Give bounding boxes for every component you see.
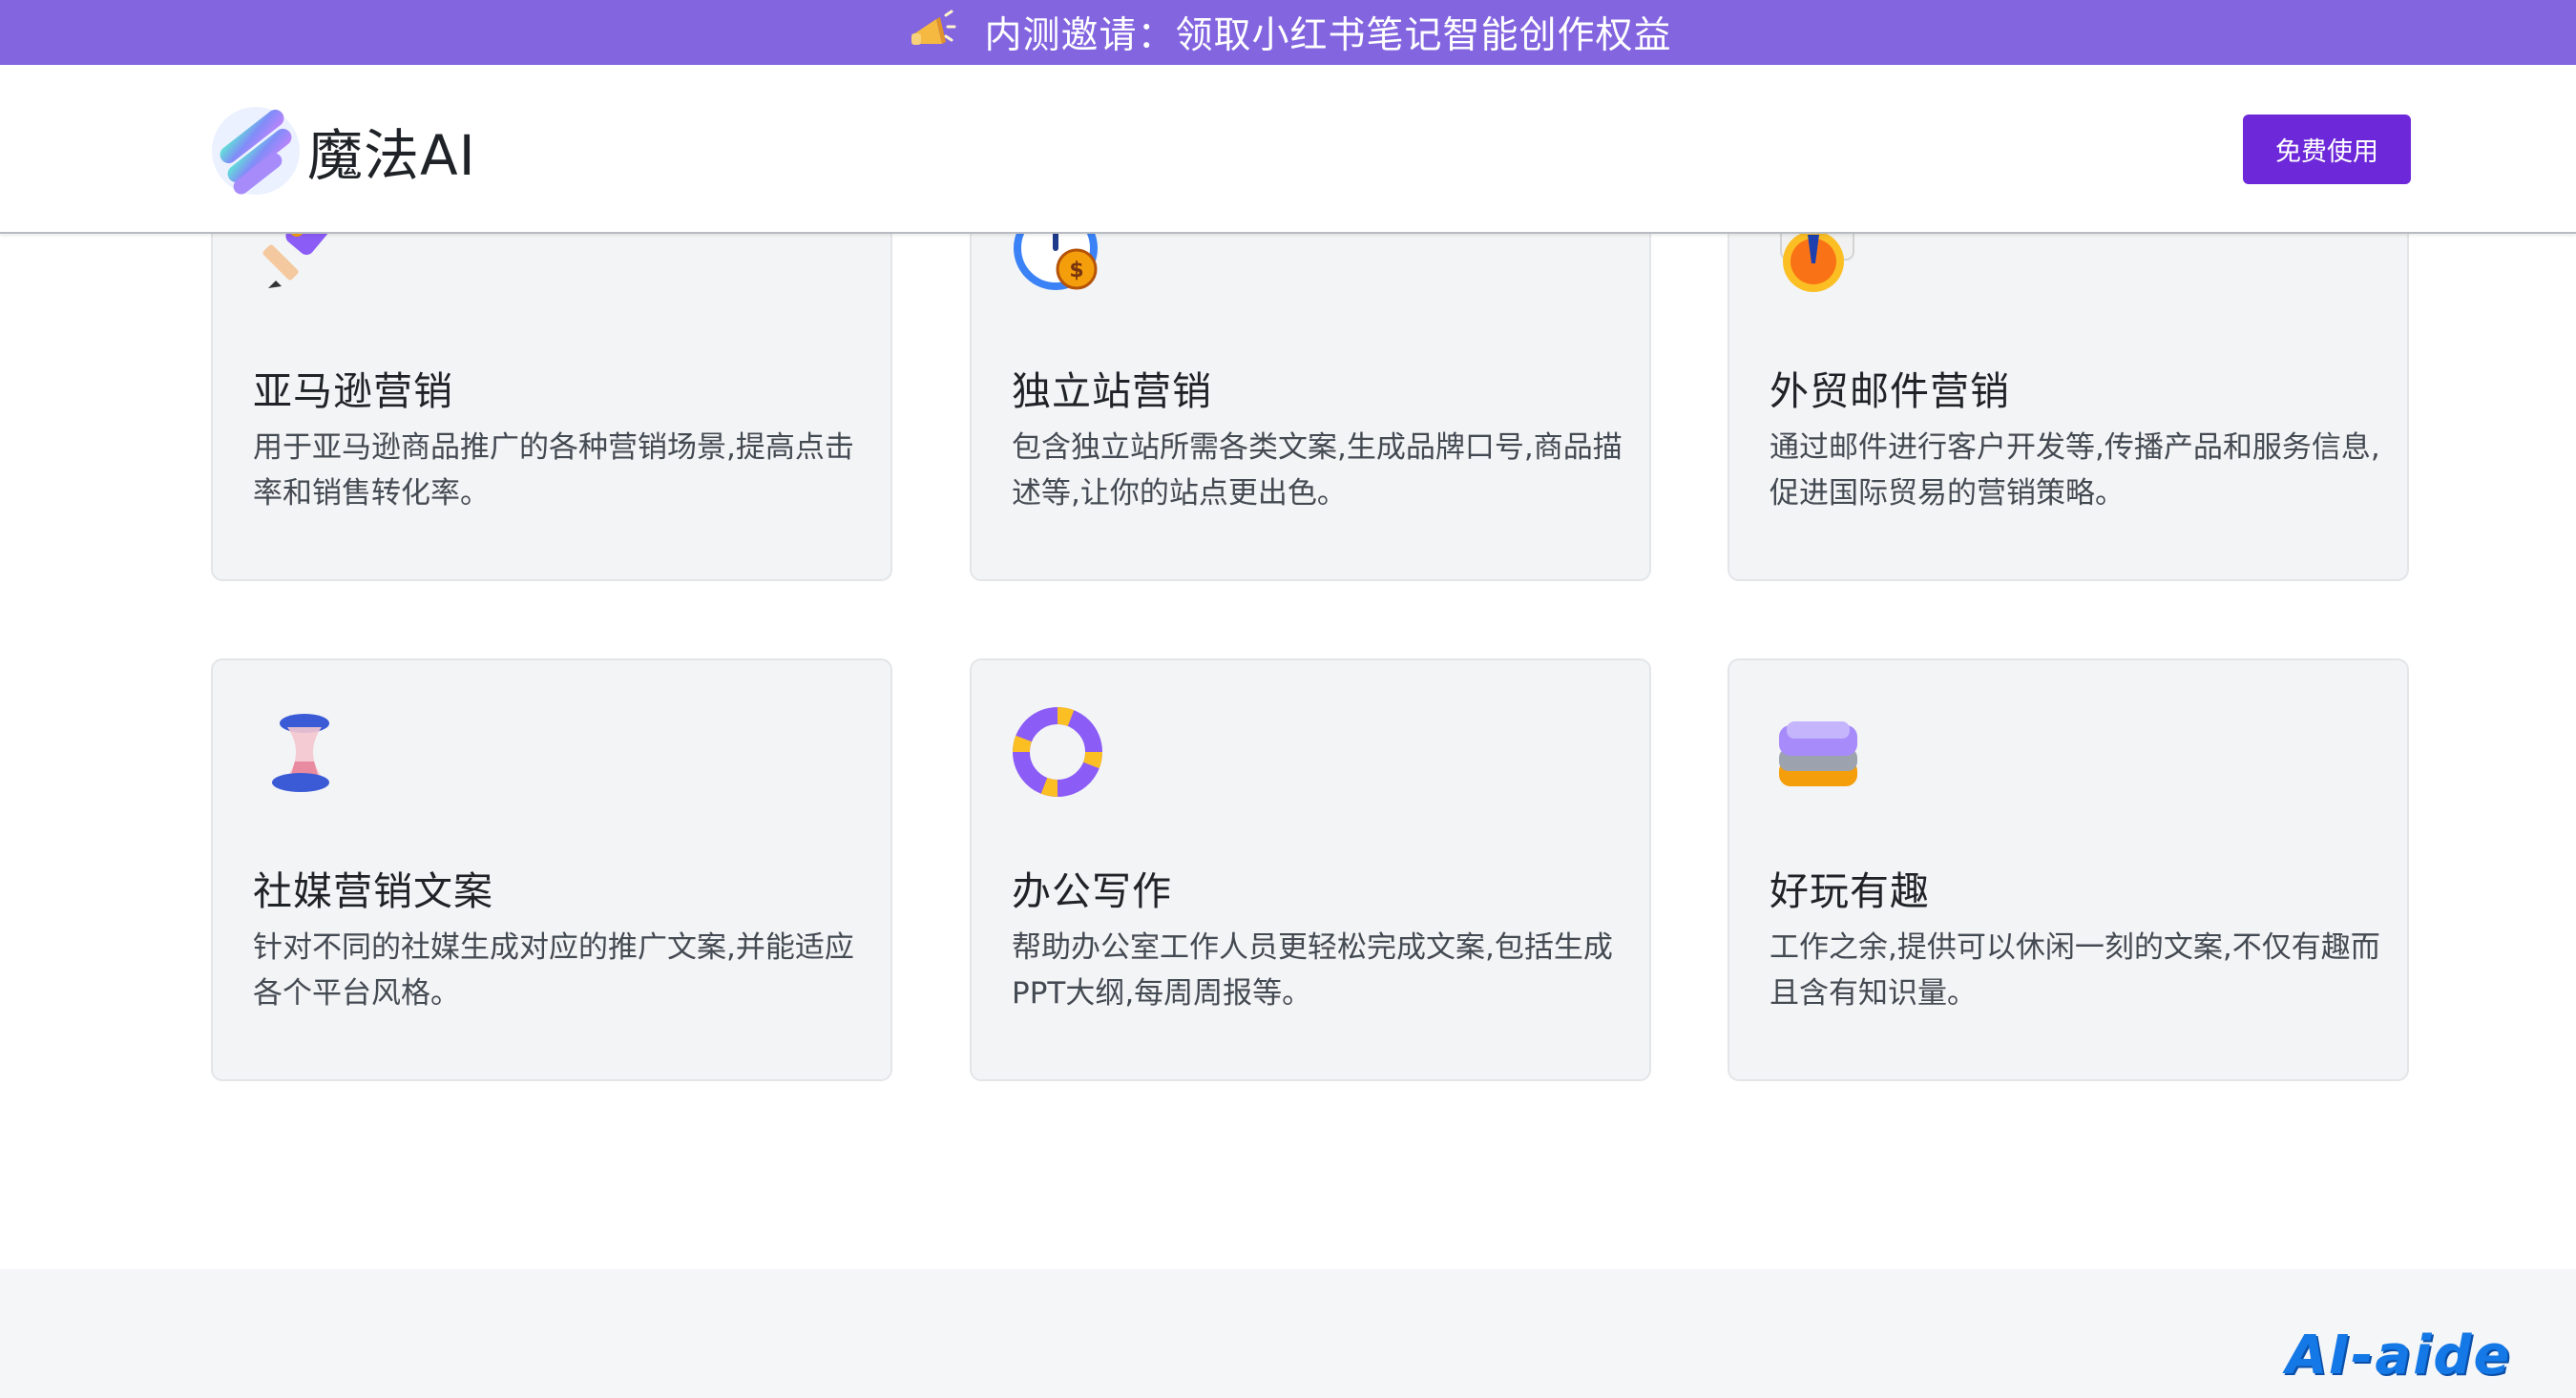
watermark-logo: AI-aide: [2286, 1325, 2512, 1387]
magic-ai-logo-icon: [212, 107, 300, 195]
card-description: 工作之余,提供可以休闲一刻的文案,不仅有趣而且含有知识量。: [1770, 930, 2380, 1011]
card-description: 针对不同的社媒生成对应的推广文案,并能适应各个平台风格。: [253, 930, 854, 1011]
card-title: 外贸邮件营销: [1770, 368, 2010, 414]
feature-card-office-writing[interactable]: 办公写作 帮助办公室工作人员更轻松完成文案,包括生成PPT大纲,每周周报等。: [970, 658, 1651, 1081]
card-description: 包含独立站所需各类文案,生成品牌口号,商品描述等,让你的站点更出色。: [1012, 430, 1623, 511]
card-description: 通过邮件进行客户开发等,传播产品和服务信息,促进国际贸易的营销策略。: [1770, 430, 2380, 511]
card-description: 用于亚马逊商品推广的各种营销场景,提高点击率和销售转化率。: [253, 430, 854, 511]
card-title: 社媒营销文案: [253, 868, 493, 914]
lifebuoy-icon: [1013, 707, 1102, 797]
card-title: 好玩有趣: [1770, 868, 1930, 914]
feature-card-social-media[interactable]: 社媒营销文案 针对不同的社媒生成对应的推广文案,并能适应各个平台风格。: [211, 658, 892, 1081]
page-footer: [0, 1269, 2576, 1398]
stacked-layers-icon: [1779, 721, 1857, 786]
free-use-button[interactable]: 免费使用: [2243, 115, 2411, 184]
card-description: 帮助办公室工作人员更轻松完成文案,包括生成PPT大纲,每周周报等。: [1012, 930, 1613, 1011]
svg-text:$: $: [1069, 259, 1083, 282]
site-header: 魔法AI 免费使用: [0, 65, 2576, 234]
card-title: 独立站营销: [1012, 368, 1212, 414]
hourglass-icon: [272, 714, 329, 792]
logo-text: 魔法AI: [307, 123, 476, 188]
site-logo[interactable]: 魔法AI: [208, 101, 476, 200]
feature-card-fun[interactable]: 好玩有趣 工作之余,提供可以休闲一刻的文案,不仅有趣而且含有知识量。: [1728, 658, 2409, 1081]
card-title: 亚马逊营销: [253, 368, 453, 414]
card-title: 办公写作: [1012, 868, 1172, 914]
